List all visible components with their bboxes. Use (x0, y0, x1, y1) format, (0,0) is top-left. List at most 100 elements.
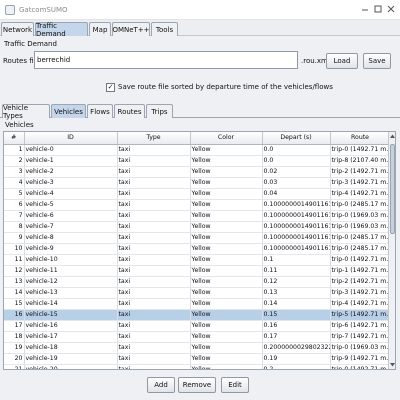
cell-id[interactable]: vehicle-6 (24, 210, 118, 222)
cell-depart[interactable]: 0.10000000149011612 (262, 210, 331, 222)
cell-id[interactable]: vehicle-3 (24, 177, 118, 189)
cell-depart[interactable]: 0.15 (262, 309, 331, 321)
cell-id[interactable]: vehicle-18 (24, 342, 118, 354)
table-row[interactable]: 9 vehicle-8 taxi Yellow 0.10000000149011612 t… (4, 232, 391, 244)
cell-depart[interactable]: 0.11 (262, 265, 331, 277)
cell-route[interactable]: trip-9 (1492.71 m.) (330, 353, 391, 365)
cell-number[interactable]: 16 (4, 309, 25, 321)
cell-route[interactable]: trip-8 (2107.40 m.) (330, 155, 391, 167)
cell-id[interactable]: vehicle-4 (24, 188, 118, 200)
table-row[interactable]: 16 vehicle-15 taxi Yellow 0.15 trip-5 (1492.7… (4, 309, 391, 321)
vehicles-table-scroll-thumb[interactable] (390, 144, 395, 234)
cell-type[interactable]: taxi (117, 177, 191, 189)
table-row[interactable]: 20 vehicle-19 taxi Yellow 0.19 trip-9 (1492.7… (4, 353, 391, 365)
tab-network[interactable]: Network (1, 22, 34, 36)
cell-depart[interactable]: 0.14 (262, 298, 331, 310)
close-icon[interactable] (386, 4, 396, 14)
cell-route[interactable]: trip-1 (1492.71 m.) (330, 265, 391, 277)
cell-type[interactable]: taxi (117, 210, 191, 222)
cell-id[interactable]: vehicle-14 (24, 298, 118, 310)
cell-number[interactable]: 15 (4, 298, 25, 310)
cell-color[interactable]: Yellow (190, 265, 263, 277)
cell-depart[interactable]: 0.17 (262, 331, 331, 343)
column-header-route[interactable]: Route (330, 132, 391, 145)
cell-color[interactable]: Yellow (190, 331, 263, 343)
cell-route[interactable]: trip-0 (1969.03 m.) (330, 342, 391, 354)
cell-depart[interactable]: 0.10000000149011612 (262, 232, 331, 244)
column-header-id[interactable]: ID (24, 132, 118, 145)
cell-color[interactable]: Yellow (190, 298, 263, 310)
table-row[interactable]: 21 vehicle-20 taxi Yellow 0.2 trip-0 (1492.71… (4, 364, 391, 369)
cell-depart[interactable]: 0.16 (262, 320, 331, 332)
cell-type[interactable]: taxi (117, 342, 191, 354)
cell-depart[interactable]: 0.1 (262, 254, 331, 266)
cell-route[interactable]: trip-3 (1492.71 m.) (330, 177, 391, 189)
cell-color[interactable]: Yellow (190, 254, 263, 266)
cell-color[interactable]: Yellow (190, 342, 263, 354)
cell-number[interactable]: 3 (4, 166, 25, 178)
cell-depart[interactable]: 0.0 (262, 155, 331, 167)
cell-route[interactable]: trip-7 (1492.71 m.) (330, 331, 391, 343)
cell-depart[interactable]: 0.10000000149011612 (262, 221, 331, 233)
table-row[interactable]: 18 vehicle-17 taxi Yellow 0.17 trip-7 (1492.7… (4, 331, 391, 343)
cell-route[interactable]: trip-4 (1492.71 m.) (330, 298, 391, 310)
maximize-icon[interactable] (373, 4, 383, 14)
cell-type[interactable]: taxi (117, 188, 191, 200)
cell-type[interactable]: taxi (117, 353, 191, 365)
cell-number[interactable]: 2 (4, 155, 25, 167)
cell-id[interactable]: vehicle-15 (24, 309, 118, 321)
cell-route[interactable]: trip-3 (1492.71 m.) (330, 287, 391, 299)
cell-type[interactable]: taxi (117, 254, 191, 266)
cell-id[interactable]: vehicle-0 (24, 144, 118, 156)
cell-id[interactable]: vehicle-16 (24, 320, 118, 332)
cell-color[interactable]: Yellow (190, 243, 263, 255)
tab-flows[interactable]: Flows (87, 104, 113, 118)
table-row[interactable]: 13 vehicle-12 taxi Yellow 0.12 trip-2 (1492.7… (4, 276, 391, 288)
tab-trips[interactable]: Trips (146, 104, 173, 118)
cell-route[interactable]: trip-0 (1969.03 m.) (330, 221, 391, 233)
table-row[interactable]: 3 vehicle-2 taxi Yellow 0.02 trip-2 (1492.71 … (4, 166, 391, 178)
cell-color[interactable]: Yellow (190, 309, 263, 321)
cell-depart[interactable]: 0.13 (262, 287, 331, 299)
cell-route[interactable]: trip-0 (1969.03 m.) (330, 210, 391, 222)
cell-type[interactable]: taxi (117, 276, 191, 288)
cell-depart[interactable]: 0.12 (262, 276, 331, 288)
cell-number[interactable]: 10 (4, 243, 25, 255)
table-row[interactable]: 17 vehicle-16 taxi Yellow 0.16 trip-6 (1492.7… (4, 320, 391, 332)
cell-color[interactable]: Yellow (190, 188, 263, 200)
cell-depart[interactable]: 0.20000000298023224 (262, 342, 331, 354)
cell-number[interactable]: 8 (4, 221, 25, 233)
cell-number[interactable]: 14 (4, 287, 25, 299)
cell-type[interactable]: taxi (117, 309, 191, 321)
tab-traffic-demand[interactable]: Traffic Demand (35, 22, 88, 38)
routes-file-input[interactable] (34, 51, 298, 69)
cell-route[interactable]: trip-2 (1492.71 m.) (330, 276, 391, 288)
cell-route[interactable]: trip-0 (1492.71 m.) (330, 364, 391, 369)
scroll-up-icon[interactable] (389, 133, 396, 139)
cell-number[interactable]: 17 (4, 320, 25, 332)
cell-color[interactable]: Yellow (190, 166, 263, 178)
table-row[interactable]: 4 vehicle-3 taxi Yellow 0.03 trip-3 (1492.71 … (4, 177, 391, 189)
cell-id[interactable]: vehicle-11 (24, 265, 118, 277)
tab-map[interactable]: Map (89, 22, 111, 36)
cell-color[interactable]: Yellow (190, 364, 263, 369)
cell-color[interactable]: Yellow (190, 221, 263, 233)
cell-id[interactable]: vehicle-7 (24, 221, 118, 233)
column-header-color[interactable]: Color (190, 132, 263, 145)
cell-type[interactable]: taxi (117, 320, 191, 332)
cell-number[interactable]: 21 (4, 364, 25, 369)
cell-id[interactable]: vehicle-9 (24, 243, 118, 255)
cell-id[interactable]: vehicle-12 (24, 276, 118, 288)
cell-depart[interactable]: 0.2 (262, 364, 331, 369)
cell-number[interactable]: 1 (4, 144, 25, 156)
cell-number[interactable]: 20 (4, 353, 25, 365)
cell-color[interactable]: Yellow (190, 232, 263, 244)
cell-color[interactable]: Yellow (190, 177, 263, 189)
cell-number[interactable]: 4 (4, 177, 25, 189)
table-row[interactable]: 10 vehicle-9 taxi Yellow 0.10000000149011612… (4, 243, 391, 255)
cell-route[interactable]: trip-5 (1492.71 m.) (330, 309, 391, 321)
cell-id[interactable]: vehicle-13 (24, 287, 118, 299)
cell-number[interactable]: 13 (4, 276, 25, 288)
cell-route[interactable]: trip-0 (2485.17 m.) (330, 232, 391, 244)
cell-number[interactable]: 11 (4, 254, 25, 266)
